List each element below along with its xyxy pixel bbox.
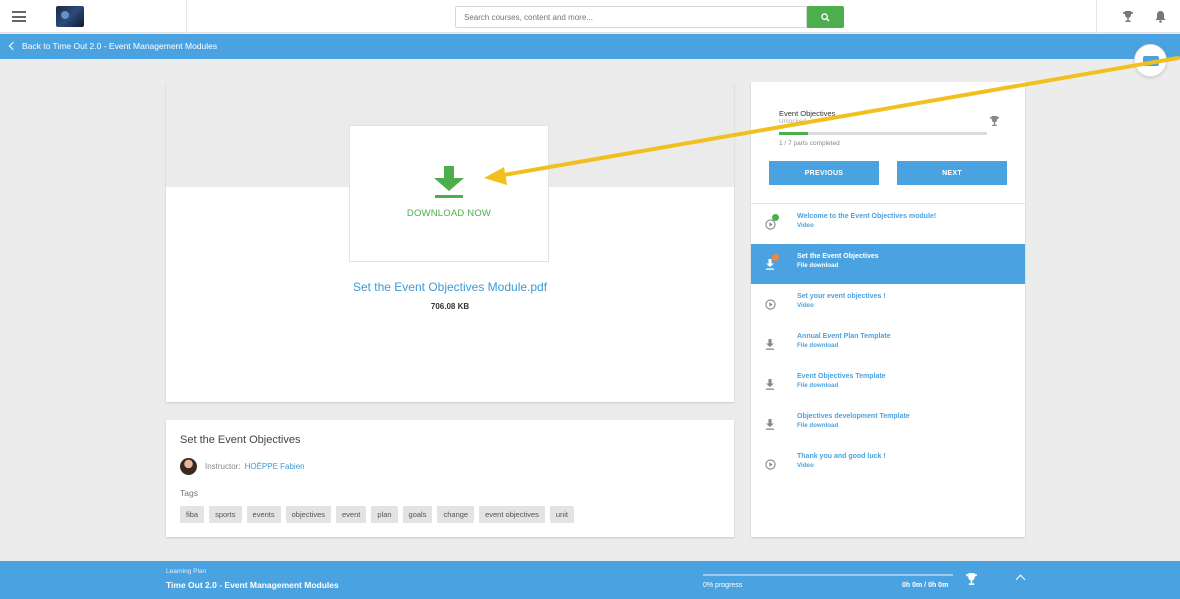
footer-time: 0h 0m / 0h 0m	[902, 582, 949, 589]
download-icon	[764, 418, 776, 430]
in-progress-badge	[772, 254, 779, 261]
download-icon	[764, 378, 776, 390]
module-status: Unlocked	[779, 118, 807, 125]
module-item-title: Objectives development Template	[797, 413, 910, 420]
tag[interactable]: plan	[371, 506, 398, 523]
module-progress-bar	[779, 132, 987, 135]
instructor-prefix: Instructor:	[205, 462, 241, 471]
back-link[interactable]: Back to Time Out 2.0 - Event Management …	[8, 41, 218, 51]
search-input[interactable]	[455, 6, 807, 28]
parts-completed: 1 / 7 parts completed	[779, 140, 840, 147]
module-item-type: File download	[797, 262, 839, 269]
top-bar	[0, 0, 1180, 33]
footer-progress-bar	[703, 574, 953, 576]
module-item-type: File download	[797, 382, 839, 389]
back-link-label: Back to Time Out 2.0 - Event Management …	[22, 41, 218, 51]
instructor-name-link[interactable]: HOËPPE Fabien	[245, 462, 305, 471]
module-item-title: Annual Event Plan Template	[797, 333, 891, 340]
widget-icon	[1142, 55, 1159, 66]
play-icon	[764, 214, 779, 230]
tag[interactable]: sports	[209, 506, 242, 523]
play-icon	[764, 298, 776, 310]
module-item[interactable]: Thank you and good luck ! Video	[751, 444, 1025, 484]
next-button[interactable]: NEXT	[897, 161, 1007, 185]
learning-plan-footer: Learning Plan Time Out 2.0 - Event Manag…	[0, 561, 1180, 599]
avatar	[180, 458, 197, 475]
module-item-title: Welcome to the Event Objectives module!	[797, 213, 937, 220]
chevron-left-icon	[8, 41, 18, 51]
hamburger-icon[interactable]	[12, 11, 26, 22]
breadcrumb-bar: Back to Time Out 2.0 - Event Management …	[0, 34, 1180, 59]
play-icon	[764, 458, 776, 470]
module-item-type: File download	[797, 422, 839, 429]
tag[interactable]: event objectives	[479, 506, 545, 523]
module-item[interactable]: Set the Event Objectives File download	[751, 244, 1025, 284]
file-size: 706.08 KB	[430, 302, 470, 311]
module-item[interactable]: Welcome to the Event Objectives module! …	[751, 204, 1025, 244]
bell-icon[interactable]	[1155, 10, 1166, 23]
module-item-title: Event Objectives Template	[797, 373, 886, 380]
module-item-list: Welcome to the Event Objectives module! …	[751, 204, 1025, 484]
module-item[interactable]: Event Objectives Template File download	[751, 364, 1025, 404]
tag[interactable]: objectives	[285, 506, 331, 523]
footer-title[interactable]: Time Out 2.0 - Event Management Modules	[166, 580, 339, 590]
module-item[interactable]: Objectives development Template File dow…	[751, 404, 1025, 444]
tag-list: fiba sports events objectives event plan…	[180, 506, 574, 523]
module-item-type: File download	[797, 342, 839, 349]
trophy-icon[interactable]	[1122, 10, 1134, 23]
tag[interactable]: unit	[549, 506, 574, 523]
divider	[1096, 0, 1097, 33]
completed-badge	[772, 214, 779, 221]
module-item-title: Set the Event Objectives	[797, 253, 879, 260]
floating-widget-button[interactable]	[1134, 44, 1167, 77]
module-item-type: Video	[797, 302, 814, 309]
footer-progress-text: 0% progress	[703, 582, 743, 589]
download-icon	[764, 254, 779, 270]
download-now-label: DOWNLOAD NOW	[406, 208, 492, 219]
footer-label: Learning Plan	[166, 568, 207, 575]
lesson-title: Set the Event Objectives	[180, 434, 301, 446]
chevron-up-icon[interactable]	[1015, 574, 1026, 585]
module-title: Event Objectives	[779, 109, 836, 118]
tag[interactable]: event	[336, 506, 367, 523]
content-card: DOWNLOAD NOW Set the Event Objectives Mo…	[166, 82, 734, 402]
file-name-link[interactable]: Set the Event Objectives Module.pdf	[166, 280, 734, 294]
search-button[interactable]	[807, 6, 844, 28]
divider	[186, 0, 187, 33]
trophy-icon	[966, 573, 977, 585]
download-icon	[764, 338, 776, 350]
tags-label: Tags	[180, 488, 198, 498]
module-item-type: Video	[797, 222, 814, 229]
module-item[interactable]: Annual Event Plan Template File download	[751, 324, 1025, 364]
module-item-type: Video	[797, 462, 814, 469]
tag[interactable]: goals	[402, 506, 433, 523]
previous-button[interactable]: PREVIOUS	[769, 161, 879, 185]
download-now-button[interactable]: DOWNLOAD NOW	[349, 125, 549, 262]
module-item-title: Set your event objectives !	[797, 293, 886, 300]
instructor-row: Instructor: HOËPPE Fabien	[180, 458, 305, 475]
app-logo[interactable]	[56, 6, 84, 27]
tag[interactable]: change	[437, 506, 475, 523]
module-item[interactable]: Set your event objectives ! Video	[751, 284, 1025, 324]
module-item-title: Thank you and good luck !	[797, 453, 886, 460]
download-icon	[434, 166, 464, 198]
tag[interactable]: events	[246, 506, 281, 523]
info-card: Set the Event Objectives Instructor: HOË…	[166, 420, 734, 537]
module-panel: Event Objectives Unlocked 1 / 7 parts co…	[751, 82, 1025, 537]
search-icon	[821, 12, 830, 22]
module-progress-fill	[779, 132, 809, 135]
trophy-icon	[989, 115, 1000, 127]
tag[interactable]: fiba	[180, 506, 205, 523]
